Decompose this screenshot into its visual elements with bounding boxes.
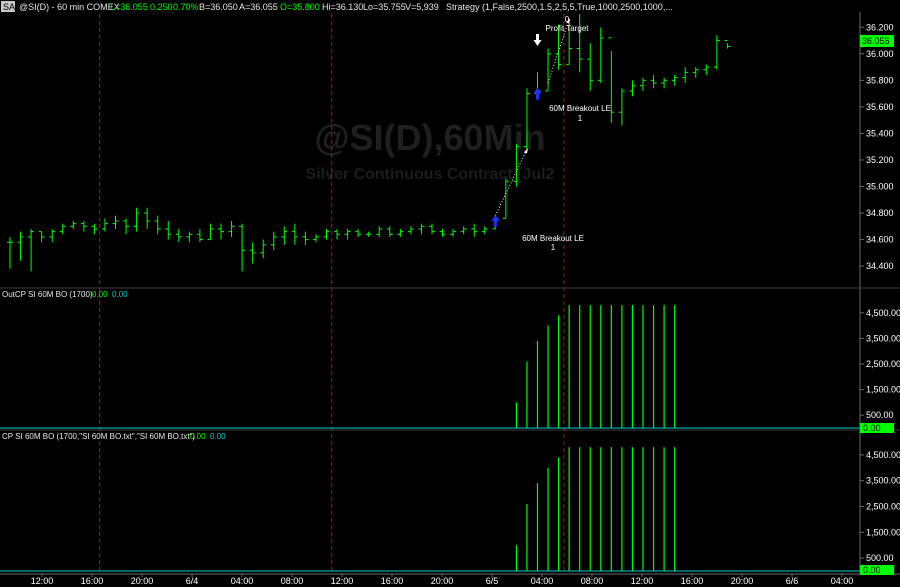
ind1-tick-label-3: 1,500.00 <box>866 385 900 395</box>
time-tick-label-7: 16:00 <box>381 576 404 586</box>
time-tick-label-8: 20:00 <box>431 576 454 586</box>
entry1-label: 60M Breakout LE <box>549 104 611 113</box>
ind2-tick-label-4: 500.00 <box>866 553 894 563</box>
indicator1-value1: 0.00 <box>92 290 108 299</box>
time-tick-label-13: 16:00 <box>681 576 704 586</box>
header-last: L=36.055 <box>110 2 148 12</box>
ind1-tick-label-4: 500.00 <box>866 410 894 420</box>
header-badge: SA <box>3 2 15 12</box>
header-symbol: @SI(D) - 60 min COMEX <box>19 2 120 12</box>
time-tick-label-15: 6/6 <box>786 576 799 586</box>
time-tick-label-5: 08:00 <box>281 576 304 586</box>
time-tick-label-4: 04:00 <box>231 576 254 586</box>
header-open: O=35.800 <box>280 2 320 12</box>
price-tick-label-9: 34.400 <box>866 261 894 271</box>
profit-target-count: 0 <box>565 15 570 24</box>
price-tick-label-6: 35.000 <box>866 181 894 191</box>
indicator2-value1: 0.00 <box>190 432 206 441</box>
entry1-count: 1 <box>578 114 583 123</box>
entry2-count: 1 <box>551 243 556 252</box>
profit-target-label: Profit Target <box>546 24 590 33</box>
header-percent: 0.70% <box>173 2 199 12</box>
price-tick-label-3: 35.600 <box>866 102 894 112</box>
indicator1-tag: 0.00 <box>863 423 881 433</box>
header-ask: A=36.055 <box>239 2 278 12</box>
price-tick-label-4: 35.400 <box>866 128 894 138</box>
ind2-tick-label-2: 2,500.00 <box>866 502 900 512</box>
entry2-label: 60M Breakout LE <box>522 234 584 243</box>
time-tick-label-2: 20:00 <box>131 576 154 586</box>
ind2-tick-label-0: 4,500.00 <box>866 450 900 460</box>
indicator2-header: CP SI 60M BO (1700,"SI 60M BO.txt","SI 6… <box>2 432 226 441</box>
price-tick-label-2: 35.800 <box>866 75 894 85</box>
header-change: 0.250 <box>150 2 173 12</box>
time-tick-label-6: 12:00 <box>331 576 354 586</box>
last-price-value: 36.055 <box>862 36 890 46</box>
header-bid: B=36.050 <box>199 2 238 12</box>
indicator2-name: CP SI 60M BO (1700,"SI 60M BO.txt","SI 6… <box>2 432 195 441</box>
price-tick-label-1: 36.000 <box>866 49 894 59</box>
chart: SA @SI(D) - 60 min COMEX L=36.055 0.250 … <box>0 0 900 587</box>
ind1-tick-label-2: 2,500.00 <box>866 359 900 369</box>
watermark-title: @SI(D),60Min <box>314 117 545 158</box>
header-low: Lo=35.755 <box>363 2 406 12</box>
time-tick-label-16: 04:00 <box>831 576 854 586</box>
price-tick-label-8: 34.600 <box>866 235 894 245</box>
time-tick-label-1: 16:00 <box>81 576 104 586</box>
price-tick-label-5: 35.200 <box>866 155 894 165</box>
time-tick-label-12: 12:00 <box>631 576 654 586</box>
ind2-tick-label-3: 1,500.00 <box>866 527 900 537</box>
chart-background <box>0 0 900 587</box>
watermark-subtitle: Silver Continuous Contract [Jul2 <box>306 166 555 183</box>
time-tick-label-10: 04:00 <box>531 576 554 586</box>
ind1-tick-label-1: 3,500.00 <box>866 333 900 343</box>
time-tick-label-3: 6/4 <box>186 576 199 586</box>
time-tick-label-0: 12:00 <box>31 576 54 586</box>
time-tick-label-9: 6/5 <box>486 576 499 586</box>
time-tick-label-14: 20:00 <box>731 576 754 586</box>
indicator1-name: OutCP SI 60M BO (1700) <box>2 290 93 299</box>
price-tick-label-7: 34.800 <box>866 208 894 218</box>
header-high: Hi=36.130 <box>322 2 363 12</box>
last-price-tag: 36.055 <box>860 35 894 47</box>
price-tick-label-0: 36.200 <box>866 22 894 32</box>
header-bar: SA @SI(D) - 60 min COMEX L=36.055 0.250 … <box>1 1 673 12</box>
indicator2-tag: 0.00 <box>863 565 881 575</box>
header-strategy: Strategy (1,False,2500,1.5,2,5,5,True,10… <box>446 2 673 12</box>
header-volume: V=5,939 <box>405 2 439 12</box>
ind1-tick-label-0: 4,500.00 <box>866 308 900 318</box>
indicator1-value2: 0.00 <box>112 290 128 299</box>
ind2-tick-label-1: 3,500.00 <box>866 476 900 486</box>
time-tick-label-11: 08:00 <box>581 576 604 586</box>
indicator2-value2: 0.00 <box>210 432 226 441</box>
